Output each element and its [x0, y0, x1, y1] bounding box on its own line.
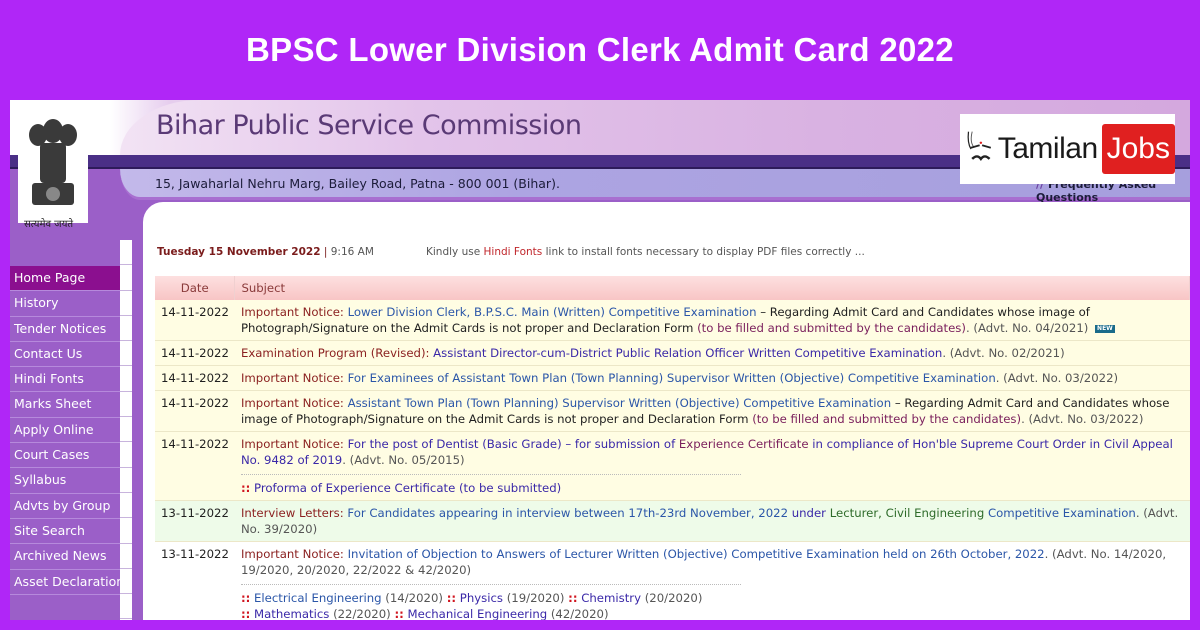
- row-date: 14-11-2022: [155, 340, 235, 366]
- notice-link[interactable]: For the post of Dentist (Basic Grade) – …: [348, 437, 676, 451]
- row-date: 14-11-2022: [155, 390, 235, 432]
- table-row: 14-11-2022 Examination Program (Revised)…: [155, 340, 1190, 366]
- sidebar-item-home-page[interactable]: Home Page: [10, 266, 120, 292]
- row-subject: Important Notice: Assistant Town Plan (T…: [234, 390, 1190, 432]
- table-row: 13-11-2022 Important Notice: Invitation …: [155, 541, 1190, 620]
- notice-link[interactable]: Assistant Director-cum-District Public R…: [433, 346, 942, 360]
- sidebar-item-site-search[interactable]: Site Search: [10, 518, 120, 545]
- notice-link[interactable]: Invitation of Objection to Answers of Le…: [348, 547, 1045, 561]
- row-date: 14-11-2022: [155, 431, 235, 501]
- row-subject: Important Notice: Lower Division Clerk, …: [234, 300, 1190, 341]
- declaration-form-link[interactable]: (to be filled and submitted by the candi…: [697, 321, 966, 335]
- row-subject: Interview Letters: For Candidates appear…: [234, 500, 1190, 542]
- site-title: Bihar Public Service Commission: [156, 110, 582, 141]
- sidebar-item-asset-declaration[interactable]: Asset Declaration: [10, 569, 124, 595]
- table-row: 13-11-2022 Interview Letters: For Candid…: [155, 500, 1190, 542]
- notice-link[interactable]: For Examinees of Assistant Town Plan (To…: [348, 371, 996, 385]
- table-row: 14-11-2022 Important Notice: For the pos…: [155, 431, 1190, 501]
- banner-title: BPSC Lower Division Clerk Admit Card 202…: [246, 31, 954, 68]
- row-date: 13-11-2022: [155, 500, 235, 542]
- address: 15, Jawaharlal Nehru Marg, Bailey Road, …: [155, 176, 560, 191]
- sidebar-item-contact-us[interactable]: Contact Us: [10, 341, 120, 368]
- sidebar-item-apply-online[interactable]: Apply Online: [10, 417, 120, 444]
- table-row: 14-11-2022 Important Notice: Assistant T…: [155, 390, 1190, 432]
- subject-link-mathematics[interactable]: Mathematics: [254, 607, 329, 620]
- sidebar-item-syllabus[interactable]: Syllabus: [10, 468, 120, 494]
- sidebar-item-court-cases[interactable]: Court Cases: [10, 443, 120, 469]
- national-emblem-icon: [18, 113, 88, 223]
- mascot-face-icon: [967, 131, 992, 161]
- experience-certificate-link[interactable]: Experience Certificate: [679, 437, 809, 451]
- sidebar-nav: Home Page History Tender Notices Contact…: [10, 266, 124, 595]
- subject-link-electrical[interactable]: Electrical Engineering: [254, 591, 382, 605]
- column-header-subject: Subject: [234, 276, 1190, 300]
- row-subject: Examination Program (Revised): Assistant…: [234, 340, 1190, 366]
- brand-highlight: Jobs: [1101, 124, 1175, 174]
- notice-link[interactable]: Lower Division Clerk, B.P.S.C. Main (Wri…: [348, 305, 757, 319]
- row-subject: Important Notice: For Examinees of Assis…: [234, 365, 1190, 391]
- row-date: 13-11-2022: [155, 541, 235, 620]
- interview-letters-link[interactable]: For Candidates appearing in interview be…: [347, 506, 788, 520]
- row-subject: Important Notice: For the post of Dentis…: [234, 431, 1190, 501]
- current-datetime: Tuesday 15 November 2022 | 9:16 AM: [157, 246, 374, 258]
- row-date: 14-11-2022: [155, 300, 235, 341]
- sidebar-item-advts-by-group[interactable]: Advts by Group: [10, 493, 120, 519]
- subject-link-physics[interactable]: Physics: [460, 591, 503, 605]
- hindi-fonts-link[interactable]: Hindi Fonts: [484, 246, 543, 258]
- lecturer-link[interactable]: Lecturer, Civil Engineering: [830, 506, 985, 520]
- subject-link-chemistry[interactable]: Chemistry: [581, 591, 641, 605]
- news-table: Date Subject 14-11-2022 Important Notice…: [155, 276, 1190, 620]
- sub-links: :: Proforma of Experience Certificate (t…: [240, 474, 741, 496]
- row-date: 14-11-2022: [155, 365, 235, 391]
- subject-link-mechanical[interactable]: Mechanical Engineering: [408, 607, 548, 620]
- bpsc-website-screenshot: Bihar Public Service Commission 15, Jawa…: [10, 100, 1190, 620]
- new-badge-icon: NEW: [1095, 324, 1115, 333]
- notice-link[interactable]: Assistant Town Plan (Town Planning) Supe…: [348, 396, 892, 410]
- sidebar-gutter: [120, 240, 132, 620]
- column-header-date: Date: [155, 276, 236, 300]
- declaration-form-link[interactable]: (to be filled and submitted by the candi…: [752, 412, 1021, 426]
- main-content: Tuesday 15 November 2022 | 9:16 AM Kindl…: [143, 202, 1190, 620]
- emblem-motto: सत्यमेव जयते: [24, 219, 74, 230]
- font-note: Kindly use Hindi Fonts link to install f…: [426, 246, 865, 258]
- exam-link[interactable]: Competitive Examination: [984, 506, 1136, 520]
- sidebar-item-archived-news[interactable]: Archived News: [10, 544, 120, 570]
- sidebar-item-tender-notices[interactable]: Tender Notices: [10, 316, 120, 342]
- sub-links: :: Electrical Engineering (14/2020) :: P…: [240, 584, 741, 620]
- sidebar-item-history[interactable]: History: [10, 291, 120, 317]
- sidebar-item-hindi-fonts[interactable]: Hindi Fonts: [10, 367, 120, 393]
- row-subject: Important Notice: Invitation of Objectio…: [234, 541, 1190, 620]
- table-row: 14-11-2022 Important Notice: Lower Divis…: [155, 300, 1190, 341]
- sidebar-item-marks-sheet[interactable]: Marks Sheet: [10, 392, 120, 418]
- tamilan-jobs-logo: Tamilan Jobs: [960, 114, 1175, 184]
- brand-text: Tamilan: [997, 132, 1098, 165]
- proforma-link[interactable]: Proforma of Experience Certificate (to b…: [254, 481, 561, 495]
- table-row: 14-11-2022 Important Notice: For Examine…: [155, 365, 1190, 391]
